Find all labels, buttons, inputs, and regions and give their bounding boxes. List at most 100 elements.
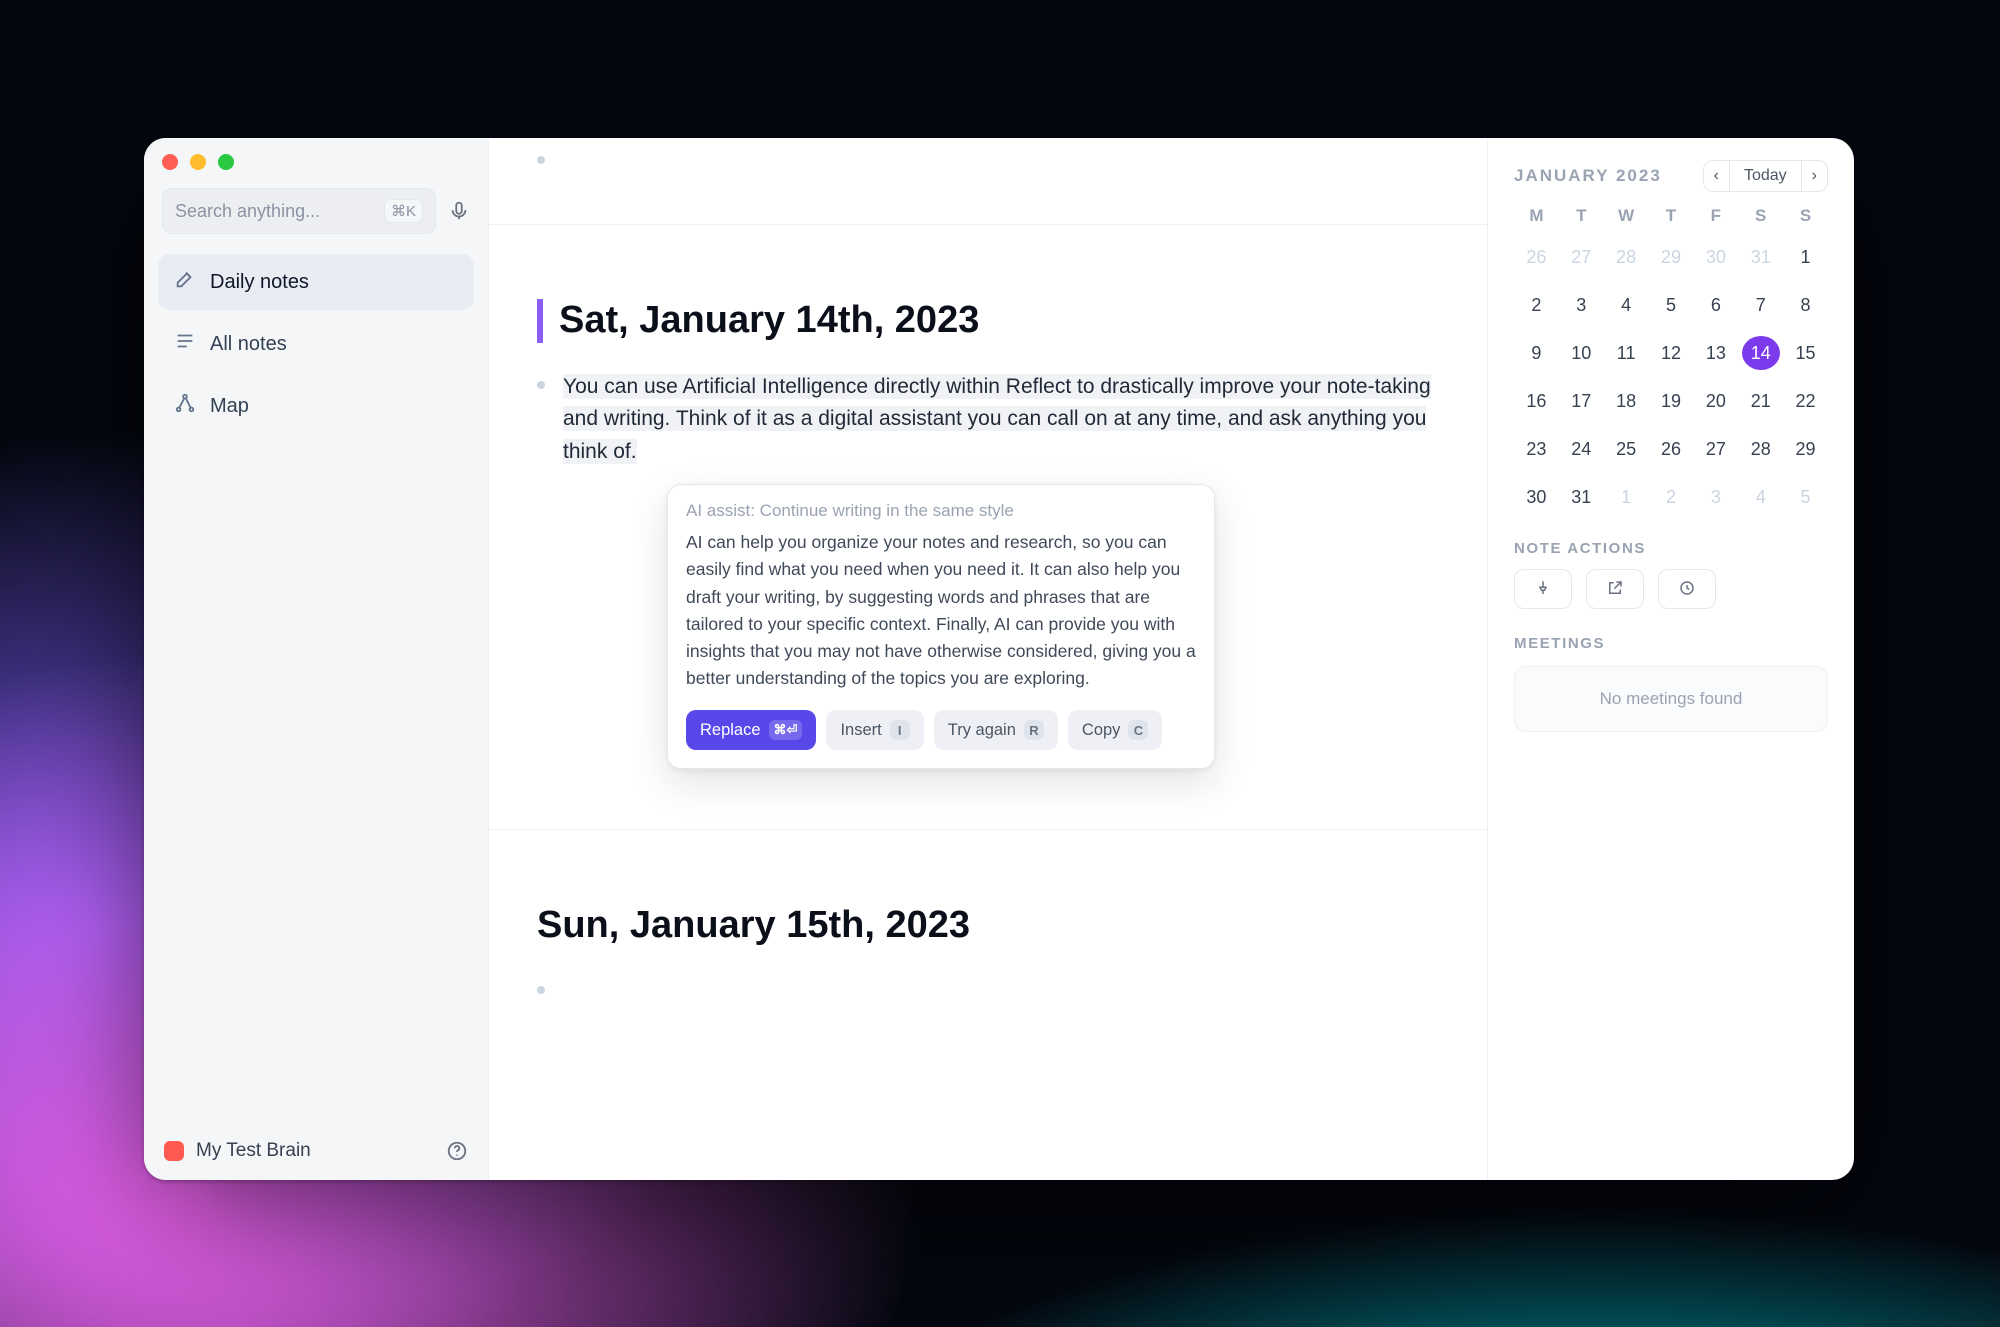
try-again-button[interactable]: Try again R	[934, 710, 1058, 750]
calendar-day[interactable]: 24	[1562, 432, 1600, 466]
calendar-day[interactable]: 14	[1742, 336, 1780, 370]
button-label: Copy	[1082, 721, 1121, 740]
highlighted-text: You can use Artificial Intelligence dire…	[563, 374, 1431, 464]
calendar-day[interactable]: 21	[1742, 384, 1780, 418]
replace-button[interactable]: Replace ⌘⏎	[686, 710, 816, 750]
calendar-day[interactable]: 16	[1517, 384, 1555, 418]
calendar-prev-button[interactable]: ‹	[1704, 161, 1729, 191]
calendar-day[interactable]: 1	[1607, 480, 1645, 514]
ai-assist-card: AI assist: Continue writing in the same …	[667, 484, 1215, 769]
calendar-day[interactable]: 9	[1517, 336, 1555, 370]
calendar-dow: T	[1559, 206, 1604, 226]
calendar-day[interactable]: 30	[1697, 240, 1735, 274]
calendar-day[interactable]: 26	[1517, 240, 1555, 274]
calendar-day[interactable]: 2	[1517, 288, 1555, 322]
calendar-day[interactable]: 4	[1607, 288, 1645, 322]
window-controls	[144, 138, 488, 178]
meetings-title: MEETINGS	[1514, 635, 1828, 652]
calendar-day[interactable]: 3	[1562, 288, 1600, 322]
calendar-day[interactable]: 19	[1652, 384, 1690, 418]
search-input[interactable]: Search anything... ⌘K	[162, 188, 436, 234]
sidebar-nav: Daily notes All notes Map	[144, 248, 488, 440]
calendar-day[interactable]: 11	[1607, 336, 1645, 370]
note-bullet[interactable]: You can use Artificial Intelligence dire…	[537, 371, 1439, 469]
calendar-day[interactable]: 30	[1517, 480, 1555, 514]
calendar-day[interactable]: 10	[1562, 336, 1600, 370]
help-icon[interactable]	[446, 1140, 468, 1162]
sidebar-item-daily-notes[interactable]: Daily notes	[158, 254, 474, 310]
calendar-day[interactable]: 4	[1742, 480, 1780, 514]
calendar-today-button[interactable]: Today	[1729, 161, 1802, 191]
note-bullet-empty[interactable]	[537, 146, 1439, 164]
calendar-day[interactable]: 12	[1652, 336, 1690, 370]
shortcut-chip: R	[1024, 720, 1044, 740]
calendar-day[interactable]: 2	[1652, 480, 1690, 514]
calendar-day[interactable]: 20	[1697, 384, 1735, 418]
button-label: Insert	[840, 721, 881, 740]
calendar-day[interactable]: 5	[1787, 480, 1825, 514]
search-shortcut: ⌘K	[384, 199, 423, 223]
calendar-day[interactable]: 15	[1787, 336, 1825, 370]
calendar-dow: S	[1738, 206, 1783, 226]
calendar-day[interactable]: 28	[1742, 432, 1780, 466]
calendar-dow: F	[1693, 206, 1738, 226]
calendar-day[interactable]: 29	[1652, 240, 1690, 274]
calendar-day[interactable]: 23	[1517, 432, 1555, 466]
open-external-button[interactable]	[1586, 569, 1644, 609]
history-button[interactable]	[1658, 569, 1716, 609]
sidebar-footer: My Test Brain	[144, 1122, 488, 1180]
calendar-day[interactable]: 6	[1697, 288, 1735, 322]
main-area: Sat, January 14th, 2023 You can use Arti…	[489, 138, 1854, 1180]
calendar-day[interactable]: 22	[1787, 384, 1825, 418]
notes-scroll[interactable]: Sat, January 14th, 2023 You can use Arti…	[489, 138, 1488, 1180]
note-text[interactable]: You can use Artificial Intelligence dire…	[563, 371, 1439, 469]
calendar-next-button[interactable]: ›	[1802, 161, 1827, 191]
calendar-day[interactable]: 1	[1787, 240, 1825, 274]
calendar-day[interactable]: 26	[1652, 432, 1690, 466]
sidebar-item-label: All notes	[210, 333, 287, 356]
calendar-day[interactable]: 5	[1652, 288, 1690, 322]
day-block-today: Sat, January 14th, 2023 You can use Arti…	[489, 225, 1487, 829]
copy-button[interactable]: Copy C	[1068, 710, 1163, 750]
maximize-window-dot[interactable]	[218, 154, 234, 170]
calendar-dow: M	[1514, 206, 1559, 226]
note-actions-title: NOTE ACTIONS	[1514, 540, 1828, 557]
calendar-dow: T	[1649, 206, 1694, 226]
calendar-day[interactable]: 18	[1607, 384, 1645, 418]
calendar-day[interactable]: 29	[1787, 432, 1825, 466]
bullet-icon	[537, 381, 545, 389]
button-label: Try again	[948, 721, 1016, 740]
chevron-left-icon: ‹	[1714, 167, 1719, 184]
calendar-day[interactable]: 28	[1607, 240, 1645, 274]
microphone-icon[interactable]	[448, 200, 470, 222]
ai-assist-actions: Replace ⌘⏎ Insert I Try again R Copy	[686, 710, 1196, 750]
note-bullet-empty[interactable]	[537, 976, 1439, 994]
pin-note-button[interactable]	[1514, 569, 1572, 609]
right-panel: JANUARY 2023 ‹ Today › MTWTFSS2627282930…	[1488, 138, 1854, 1180]
app-window: Search anything... ⌘K Daily notes All no…	[144, 138, 1854, 1180]
calendar-day[interactable]: 27	[1697, 432, 1735, 466]
sidebar-item-map[interactable]: Map	[158, 378, 474, 434]
calendar-day[interactable]: 3	[1697, 480, 1735, 514]
pencil-square-icon	[174, 268, 196, 296]
calendar-day[interactable]: 8	[1787, 288, 1825, 322]
calendar-grid: MTWTFSS262728293031123456789101112131415…	[1514, 206, 1828, 514]
sidebar-item-all-notes[interactable]: All notes	[158, 316, 474, 372]
calendar-day[interactable]: 31	[1742, 240, 1780, 274]
calendar-day[interactable]: 7	[1742, 288, 1780, 322]
minimize-window-dot[interactable]	[190, 154, 206, 170]
pin-icon	[1534, 579, 1552, 600]
close-window-dot[interactable]	[162, 154, 178, 170]
calendar-day[interactable]: 17	[1562, 384, 1600, 418]
calendar-day[interactable]: 25	[1607, 432, 1645, 466]
shortcut-chip: C	[1128, 720, 1148, 740]
workspace-switcher[interactable]: My Test Brain	[164, 1140, 311, 1162]
button-label: Replace	[700, 721, 761, 740]
calendar-day[interactable]: 27	[1562, 240, 1600, 274]
chevron-right-icon: ›	[1812, 167, 1817, 184]
day-block-next: Sun, January 15th, 2023	[489, 830, 1487, 1054]
ai-assist-body: AI can help you organize your notes and …	[686, 529, 1196, 692]
calendar-day[interactable]: 31	[1562, 480, 1600, 514]
insert-button[interactable]: Insert I	[826, 710, 923, 750]
calendar-day[interactable]: 13	[1697, 336, 1735, 370]
